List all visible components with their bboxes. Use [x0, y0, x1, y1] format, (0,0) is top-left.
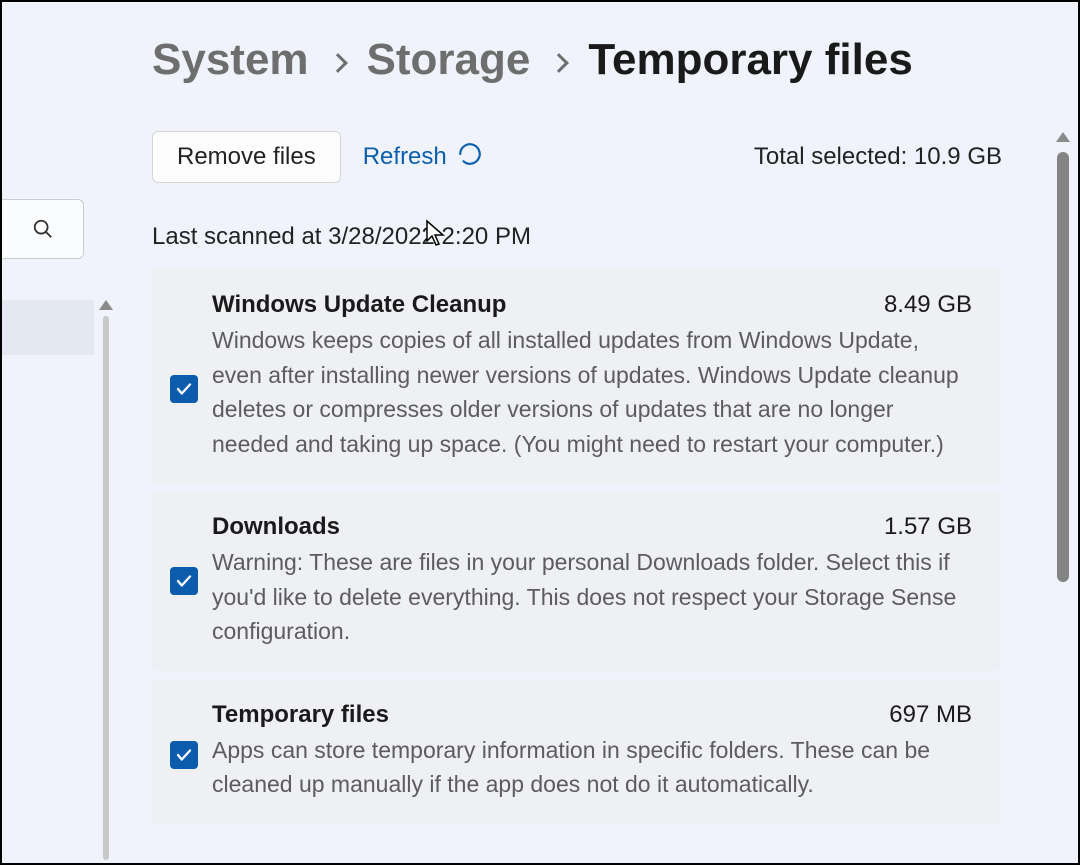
breadcrumb-system[interactable]: System — [152, 35, 309, 85]
chevron-right-icon — [328, 53, 348, 73]
item-size: 1.57 GB — [884, 513, 972, 541]
item-description: Apps can store temporary information in … — [212, 733, 972, 802]
item-title: Downloads — [212, 513, 340, 541]
scroll-up-icon — [1056, 132, 1070, 142]
list-item[interactable]: Temporary files 697 MB Apps can store te… — [152, 679, 1000, 824]
item-title: Temporary files — [212, 701, 389, 729]
item-description: Warning: These are files in your persona… — [212, 545, 972, 649]
sidebar-scrollbar[interactable] — [96, 300, 116, 860]
item-size: 8.49 GB — [884, 291, 972, 319]
item-description: Windows keeps copies of all installed up… — [212, 323, 972, 461]
check-icon — [175, 572, 193, 590]
scroll-track[interactable] — [103, 316, 109, 860]
refresh-label: Refresh — [363, 143, 447, 171]
list-item[interactable]: Downloads 1.57 GB Warning: These are fil… — [152, 491, 1000, 671]
total-selected-label: Total selected: 10.9 GB — [754, 143, 1002, 171]
breadcrumb: System Storage Temporary files — [152, 35, 1042, 85]
scroll-thumb[interactable] — [1057, 152, 1069, 582]
search-box[interactable] — [2, 199, 84, 259]
list-item[interactable]: Windows Update Cleanup 8.49 GB Windows k… — [152, 269, 1000, 483]
check-icon — [175, 746, 193, 764]
refresh-button[interactable]: Refresh — [363, 141, 483, 174]
last-scanned-label: Last scanned at 3/28/2022 2:20 PM — [152, 223, 1042, 251]
search-icon — [32, 218, 54, 240]
content-scrollbar[interactable] — [1053, 132, 1073, 857]
refresh-icon — [457, 141, 483, 174]
temp-files-list: Windows Update Cleanup 8.49 GB Windows k… — [152, 269, 1000, 824]
checkbox[interactable] — [170, 741, 198, 769]
breadcrumb-current: Temporary files — [588, 35, 912, 85]
sidebar-active-item[interactable] — [2, 300, 94, 355]
checkbox[interactable] — [170, 375, 198, 403]
item-title: Windows Update Cleanup — [212, 291, 506, 319]
check-icon — [175, 380, 193, 398]
chevron-right-icon — [549, 53, 569, 73]
breadcrumb-storage[interactable]: Storage — [367, 35, 531, 85]
checkbox[interactable] — [170, 567, 198, 595]
item-size: 697 MB — [889, 701, 972, 729]
toolbar: Remove files Refresh Total selected: 10.… — [152, 131, 1042, 183]
remove-files-button[interactable]: Remove files — [152, 131, 341, 183]
scroll-up-icon — [99, 300, 113, 310]
